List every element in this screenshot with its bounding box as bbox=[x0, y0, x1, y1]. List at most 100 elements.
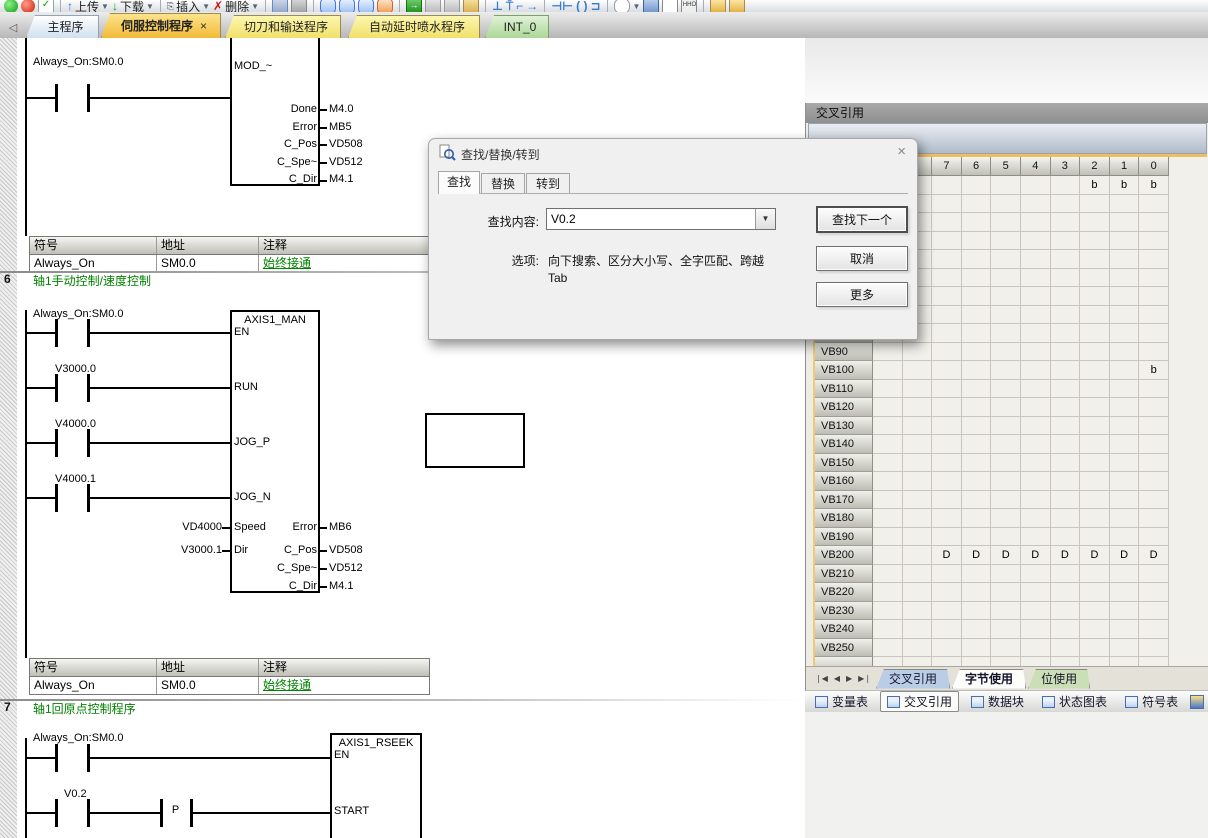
operand[interactable]: VD4000 bbox=[150, 521, 222, 533]
xref-cell[interactable] bbox=[962, 250, 992, 269]
operand[interactable]: MB5 bbox=[329, 121, 352, 133]
xref-row-header[interactable]: VB100 bbox=[815, 361, 873, 380]
xref-cell[interactable] bbox=[1110, 491, 1140, 510]
xref-cell[interactable] bbox=[932, 176, 962, 195]
xref-cell[interactable] bbox=[1051, 657, 1081, 666]
xref-cell[interactable] bbox=[1051, 454, 1081, 473]
xref-cell[interactable] bbox=[1051, 639, 1081, 658]
xref-cell[interactable] bbox=[1080, 435, 1110, 454]
sheet-tab-bit-usage[interactable]: 位使用 bbox=[1028, 669, 1090, 689]
xref-cell[interactable] bbox=[1110, 380, 1140, 399]
contact-icon[interactable] bbox=[55, 799, 58, 827]
xref-row-header[interactable]: VB110 bbox=[815, 380, 873, 399]
xref-cell[interactable] bbox=[1110, 287, 1140, 306]
xref-cell[interactable] bbox=[1139, 417, 1169, 436]
xref-cell[interactable] bbox=[1021, 213, 1051, 232]
xref-cell[interactable]: D bbox=[932, 546, 962, 565]
xref-cell[interactable] bbox=[873, 435, 903, 454]
xref-cell[interactable] bbox=[932, 454, 962, 473]
xref-row-header[interactable]: VB140 bbox=[815, 435, 873, 454]
xref-cell[interactable] bbox=[1051, 343, 1081, 362]
xref-cell[interactable] bbox=[932, 213, 962, 232]
xref-cell[interactable] bbox=[1021, 343, 1051, 362]
xref-cell[interactable]: D bbox=[1110, 546, 1140, 565]
tab-int0[interactable]: INT_0 bbox=[485, 15, 549, 38]
xref-cell[interactable] bbox=[1021, 583, 1051, 602]
xref-cell[interactable] bbox=[932, 509, 962, 528]
xref-cell[interactable] bbox=[1110, 361, 1140, 380]
xref-cell[interactable]: D bbox=[962, 546, 992, 565]
xref-cell[interactable] bbox=[932, 472, 962, 491]
xref-cell[interactable] bbox=[1139, 250, 1169, 269]
xref-cell[interactable] bbox=[932, 583, 962, 602]
xref-cell[interactable] bbox=[991, 565, 1021, 584]
xref-cell[interactable] bbox=[1021, 491, 1051, 510]
xref-cell[interactable] bbox=[873, 565, 903, 584]
xref-cell[interactable] bbox=[903, 361, 933, 380]
xref-row-header[interactable]: VB170 bbox=[815, 491, 873, 510]
xref-cell[interactable] bbox=[873, 546, 903, 565]
xref-cell[interactable] bbox=[1021, 435, 1051, 454]
xref-cell[interactable] bbox=[1080, 565, 1110, 584]
xref-cell[interactable] bbox=[1051, 250, 1081, 269]
xref-cell[interactable] bbox=[1080, 380, 1110, 399]
network-title[interactable]: 轴1手动控制/速度控制 bbox=[33, 272, 151, 289]
xref-row-header[interactable]: VB130 bbox=[815, 417, 873, 436]
xref-cell[interactable] bbox=[932, 324, 962, 343]
xref-cell[interactable] bbox=[903, 657, 933, 666]
xref-cell[interactable] bbox=[1080, 472, 1110, 491]
xref-cell[interactable] bbox=[932, 287, 962, 306]
xref-cell[interactable] bbox=[962, 602, 992, 621]
xref-cell[interactable] bbox=[991, 343, 1021, 362]
xref-cell[interactable] bbox=[1080, 620, 1110, 639]
xref-cell[interactable] bbox=[962, 380, 992, 399]
xref-cell[interactable] bbox=[962, 435, 992, 454]
xref-cell[interactable] bbox=[1051, 398, 1081, 417]
xref-cell[interactable] bbox=[932, 250, 962, 269]
xref-cell[interactable] bbox=[991, 417, 1021, 436]
xref-cell[interactable] bbox=[1110, 269, 1140, 288]
xref-cell[interactable] bbox=[932, 361, 962, 380]
xref-row-header[interactable]: VB190 bbox=[815, 528, 873, 547]
xref-cell[interactable] bbox=[903, 491, 933, 510]
chevron-down-icon[interactable]: ▼ bbox=[202, 2, 210, 11]
xref-cell[interactable] bbox=[903, 602, 933, 621]
empty-box-placeholder[interactable] bbox=[425, 413, 525, 468]
contact-icon[interactable] bbox=[55, 319, 58, 347]
xref-cell[interactable] bbox=[873, 343, 903, 362]
xref-cell[interactable] bbox=[1080, 417, 1110, 436]
xref-cell[interactable] bbox=[1139, 398, 1169, 417]
xref-cell[interactable] bbox=[991, 657, 1021, 666]
xref-cell[interactable] bbox=[962, 509, 992, 528]
xref-cell[interactable] bbox=[1051, 380, 1081, 399]
xref-cell[interactable] bbox=[1139, 195, 1169, 214]
dialog-tab-find[interactable]: 查找 bbox=[438, 171, 480, 194]
xref-cell[interactable] bbox=[873, 620, 903, 639]
dialog-tab-replace[interactable]: 替换 bbox=[481, 173, 525, 193]
xref-cell[interactable] bbox=[1139, 657, 1169, 666]
xref-row-header[interactable]: VB120 bbox=[815, 398, 873, 417]
xref-cell[interactable] bbox=[873, 417, 903, 436]
xref-cell[interactable] bbox=[962, 472, 992, 491]
partial-toolbar-icon[interactable] bbox=[1190, 695, 1204, 709]
xref-cell[interactable] bbox=[1051, 213, 1081, 232]
xref-cell[interactable] bbox=[962, 639, 992, 658]
xref-cell[interactable] bbox=[1051, 583, 1081, 602]
xref-cell[interactable] bbox=[962, 232, 992, 251]
xref-cell[interactable] bbox=[1051, 361, 1081, 380]
xref-cell[interactable] bbox=[1080, 509, 1110, 528]
xref-cell[interactable] bbox=[1080, 657, 1110, 666]
xref-cell[interactable]: D bbox=[1021, 546, 1051, 565]
xref-cell[interactable] bbox=[991, 176, 1021, 195]
xref-cell[interactable] bbox=[1139, 380, 1169, 399]
xref-cell[interactable]: D bbox=[1080, 546, 1110, 565]
xref-cell[interactable] bbox=[903, 343, 933, 362]
chevron-down-icon[interactable]: ▼ bbox=[101, 2, 109, 11]
contact-icon[interactable] bbox=[55, 484, 58, 512]
contact-icon[interactable] bbox=[55, 429, 58, 457]
xref-cell[interactable] bbox=[991, 361, 1021, 380]
xref-cell[interactable] bbox=[903, 472, 933, 491]
xref-cell[interactable] bbox=[1021, 361, 1051, 380]
xref-cell[interactable] bbox=[1021, 380, 1051, 399]
xref-cell[interactable] bbox=[1080, 583, 1110, 602]
